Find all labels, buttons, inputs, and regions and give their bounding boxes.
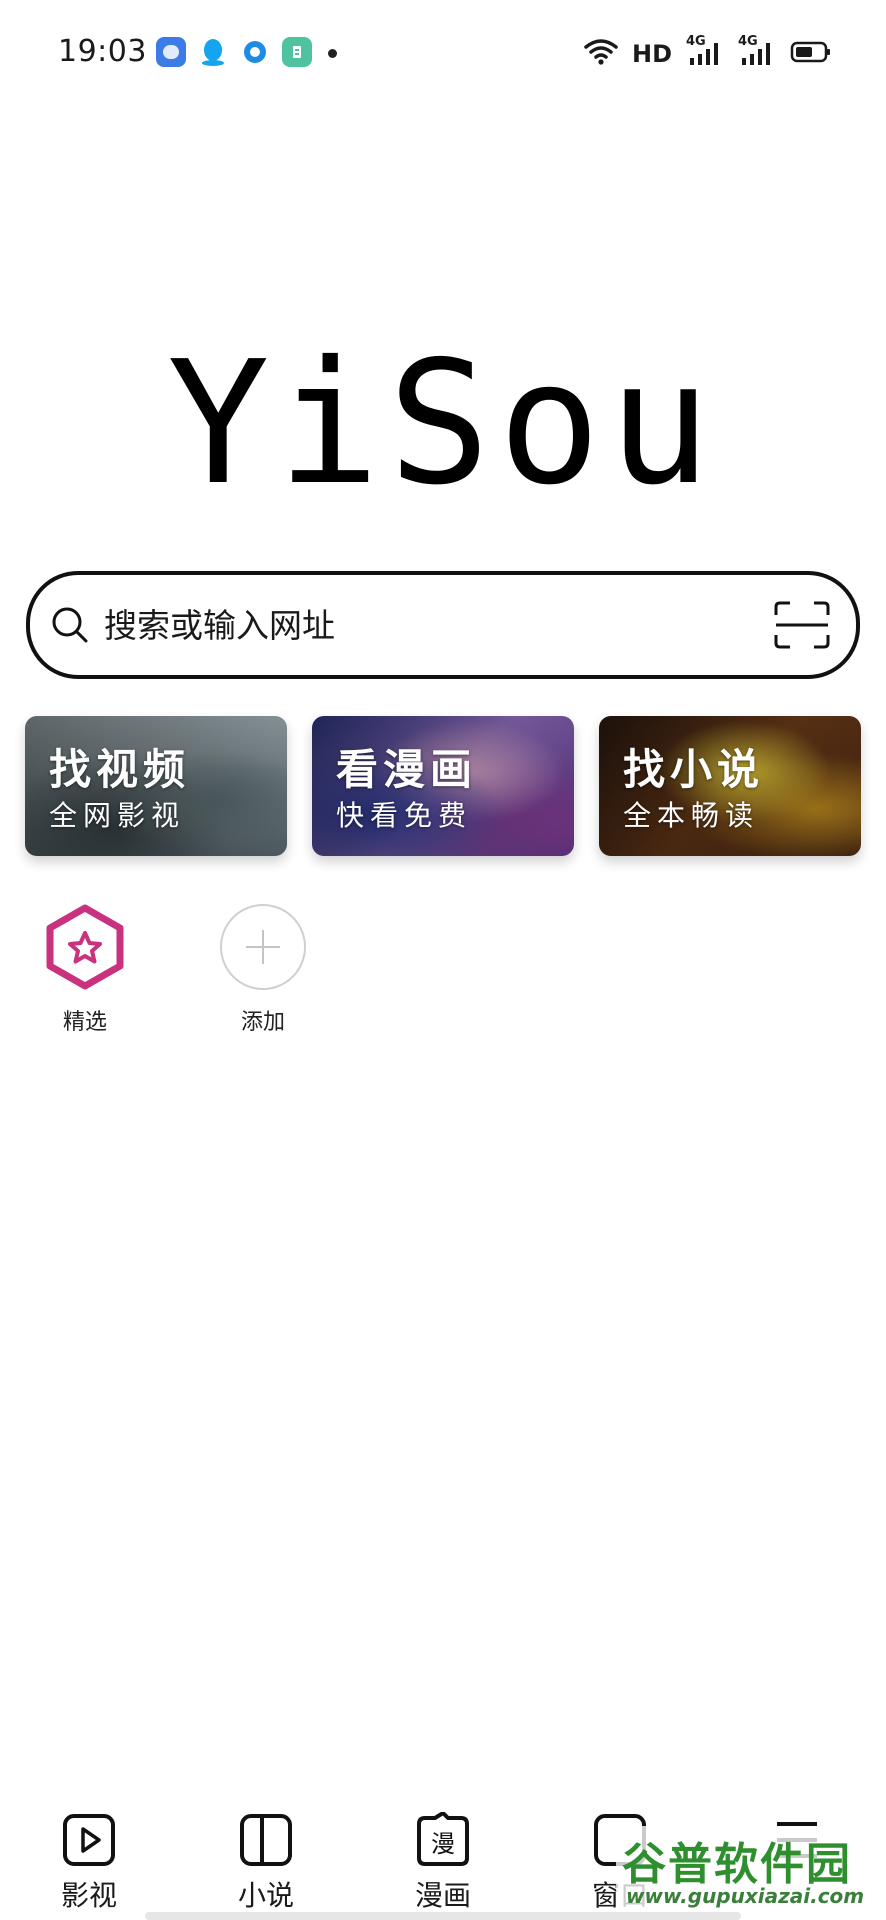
shortcut-featured[interactable]: 精选 <box>25 902 145 1042</box>
nav-item-novel[interactable]: 小说 <box>206 1812 326 1920</box>
shortcut-label: 添加 <box>240 1010 285 1035</box>
nav-item-video[interactable]: 影视 <box>29 1812 149 1920</box>
book-icon <box>240 1814 292 1866</box>
scan-icon[interactable] <box>774 601 830 649</box>
signal-icon-2: 4G <box>738 34 776 70</box>
circle-app-icon <box>240 37 270 67</box>
card-title: 找小说 <box>623 745 765 794</box>
search-input[interactable] <box>102 594 774 656</box>
card-subtitle: 全网影视 <box>49 799 186 832</box>
nav-label: 漫画 <box>414 1879 471 1912</box>
notification-dot <box>328 49 337 58</box>
card-title: 看漫画 <box>336 745 478 794</box>
hd-label: HD <box>631 40 672 68</box>
plus-icon <box>220 904 306 990</box>
status-bar: 19:03 HD 4G 4G <box>0 0 886 108</box>
comic-icon: 漫 <box>417 1812 469 1866</box>
logo-text: YiSou <box>167 330 719 510</box>
nav-item-comic[interactable]: 漫 漫画 <box>383 1812 503 1920</box>
signal-icon: 4G <box>686 34 724 70</box>
card-title: 找视频 <box>49 745 191 794</box>
status-time: 19:03 <box>58 34 147 69</box>
search-box[interactable] <box>26 571 860 679</box>
card-find-novels[interactable]: 找小说 全本畅读 <box>599 716 861 856</box>
qq-icon <box>198 37 228 67</box>
star-hexagon-icon <box>46 904 124 990</box>
home-indicator <box>145 1912 741 1920</box>
nav-label: 影视 <box>60 1879 117 1912</box>
green-app-icon <box>282 37 312 67</box>
comic-glyph: 漫 <box>431 1830 455 1858</box>
watermark-title: 谷普软件园 <box>622 1839 852 1890</box>
battery-icon <box>790 40 832 68</box>
card-read-comics[interactable]: 看漫画 快看免费 <box>312 716 574 856</box>
card-subtitle: 快看免费 <box>336 799 473 832</box>
search-icon <box>52 607 88 643</box>
watermark-url: www.gupuxiazai.com <box>626 1884 865 1908</box>
nav-label: 小说 <box>237 1879 294 1912</box>
play-icon <box>63 1814 115 1866</box>
wifi-icon <box>584 38 618 70</box>
watermark: 谷普软件园 www.gupuxiazai.com <box>616 1826 886 1920</box>
card-subtitle: 全本畅读 <box>623 799 760 832</box>
yisou-logo: YiSou <box>0 325 886 523</box>
cloud-app-icon <box>156 37 186 67</box>
network-label-1: 4G <box>686 34 706 49</box>
shortcut-label: 精选 <box>62 1010 107 1035</box>
network-label-2: 4G <box>738 34 758 49</box>
shortcut-add[interactable]: 添加 <box>203 902 323 1042</box>
card-find-video[interactable]: 找视频 全网影视 <box>25 716 287 856</box>
